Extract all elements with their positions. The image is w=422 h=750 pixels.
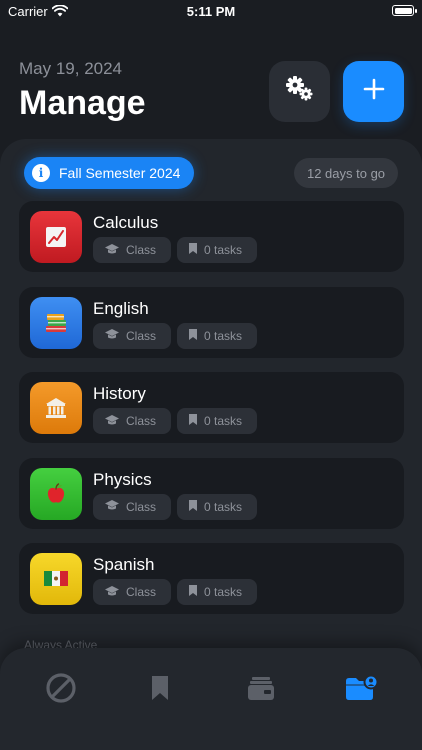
- tab-bar: [0, 648, 422, 750]
- class-type-label: Class: [126, 414, 157, 428]
- tab-bookmarks[interactable]: [138, 670, 182, 710]
- class-type-badge: Class: [93, 579, 171, 605]
- bookmark-icon: [188, 584, 198, 600]
- current-date: May 19, 2024: [19, 59, 123, 78]
- class-type-label: Class: [126, 585, 157, 599]
- prohibited-icon: [45, 672, 77, 709]
- bookmark-icon: [188, 242, 198, 258]
- class-name: Calculus: [93, 213, 159, 232]
- task-count-label: 0 tasks: [204, 414, 243, 428]
- class-name: Spanish: [93, 555, 155, 574]
- class-card-english[interactable]: English Class 0 tasks: [19, 286, 404, 358]
- wallet-icon: [247, 674, 275, 707]
- class-name: Physics: [93, 469, 152, 489]
- add-button[interactable]: [343, 61, 404, 122]
- class-type-label: Class: [126, 328, 157, 343]
- apple-icon: [30, 467, 82, 520]
- class-card-history[interactable]: History Class 0 tasks: [19, 372, 404, 443]
- bookmark-icon: [188, 499, 198, 515]
- task-count-badge: 0 tasks: [177, 408, 257, 434]
- class-type-label: Class: [126, 499, 157, 514]
- bookmark-icon: [188, 413, 198, 429]
- page-title: Manage: [19, 84, 146, 122]
- classical-building-icon: [30, 382, 82, 434]
- tab-folder-person[interactable]: [339, 670, 383, 710]
- tab-wallet[interactable]: [239, 670, 283, 710]
- class-type-badge: Class: [93, 408, 171, 434]
- bookmark-icon: [150, 674, 170, 707]
- tab-prohibited[interactable]: [39, 670, 83, 710]
- class-type-label: Class: [126, 243, 157, 257]
- bookmark-icon: [188, 328, 198, 344]
- task-count-label: 0 tasks: [204, 585, 243, 599]
- class-type-badge: Class: [93, 493, 171, 520]
- mexico-flag-icon: [30, 553, 82, 605]
- folder-person-icon: [344, 674, 379, 707]
- plus-icon: [363, 78, 385, 105]
- days-remaining-badge: 12 days to go: [294, 158, 398, 188]
- class-name: English: [93, 298, 149, 318]
- graduation-cap-icon: [104, 414, 120, 429]
- info-icon: i: [32, 164, 50, 182]
- semester-label: Fall Semester 2024: [59, 165, 181, 181]
- graduation-cap-icon: [104, 328, 120, 343]
- class-name: History: [93, 384, 146, 403]
- books-icon: [30, 296, 82, 349]
- class-card-spanish[interactable]: Spanish Class 0 tasks: [19, 543, 404, 614]
- battery-icon: [392, 5, 417, 16]
- task-count-badge: 0 tasks: [177, 237, 257, 263]
- class-card-calculus[interactable]: Calculus Class 0 tasks: [19, 201, 404, 272]
- task-count-label: 0 tasks: [204, 243, 243, 257]
- chart-icon: [30, 211, 82, 263]
- graduation-cap-icon: [104, 585, 120, 600]
- task-count-label: 0 tasks: [204, 328, 243, 343]
- task-count-badge: 0 tasks: [177, 579, 257, 605]
- class-type-badge: Class: [93, 237, 171, 263]
- graduation-cap-icon: [104, 243, 120, 258]
- class-card-physics[interactable]: Physics Class 0 tasks: [19, 457, 404, 529]
- task-count-badge: 0 tasks: [177, 493, 257, 520]
- settings-button[interactable]: [269, 61, 330, 122]
- status-time: 5:11 PM: [186, 4, 236, 19]
- class-list: Calculus Class 0 tasks English Class 0 t…: [19, 201, 404, 629]
- semester-button[interactable]: i Fall Semester 2024: [24, 157, 195, 189]
- task-count-label: 0 tasks: [204, 499, 243, 514]
- gears-icon: [284, 75, 316, 108]
- graduation-cap-icon: [104, 499, 120, 514]
- class-type-badge: Class: [93, 322, 171, 349]
- task-count-badge: 0 tasks: [177, 322, 257, 349]
- status-bar: Carrier 5:11 PM: [0, 0, 422, 24]
